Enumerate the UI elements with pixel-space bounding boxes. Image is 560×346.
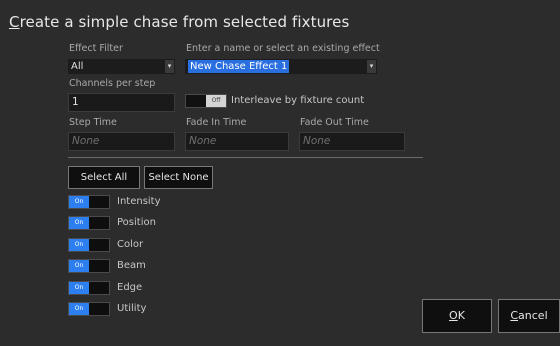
effect-filter-select[interactable]: All ▾ bbox=[68, 59, 175, 74]
effect-filter-label: Effect Filter bbox=[69, 43, 123, 54]
cancel-button[interactable]: Cancel bbox=[498, 299, 560, 333]
effect-name-combobox[interactable]: New Chase Effect 1 ▾ bbox=[185, 59, 377, 74]
intensity-toggle[interactable]: On bbox=[68, 195, 110, 209]
select-none-button[interactable]: Select None bbox=[144, 166, 213, 189]
interleave-toggle-state: Off bbox=[206, 95, 226, 107]
fade-in-time-input[interactable]: None bbox=[185, 132, 289, 151]
ok-label: K bbox=[457, 309, 465, 322]
fade-out-time-input[interactable]: None bbox=[299, 132, 405, 151]
edge-label: Edge bbox=[117, 282, 143, 293]
fade-out-time-label: Fade Out Time bbox=[300, 117, 369, 128]
channels-per-step-input[interactable]: 1 bbox=[68, 93, 175, 112]
chase-dialog: Create a simple chase from selected fixt… bbox=[0, 0, 560, 346]
title-text: reate a simple chase from selected fixtu… bbox=[19, 13, 350, 31]
effect-filter-value: All bbox=[71, 61, 84, 72]
beam-toggle[interactable]: On bbox=[68, 259, 110, 273]
color-label: Color bbox=[117, 239, 144, 250]
effect-name-value: New Chase Effect 1 bbox=[188, 60, 290, 73]
dialog-title: Create a simple chase from selected fixt… bbox=[9, 13, 349, 31]
cancel-accelerator: C bbox=[510, 309, 519, 322]
step-time-label: Step Time bbox=[69, 117, 117, 128]
color-toggle[interactable]: On bbox=[68, 238, 110, 252]
position-label: Position bbox=[117, 217, 156, 228]
fade-in-time-label: Fade In Time bbox=[186, 117, 247, 128]
edge-toggle[interactable]: On bbox=[68, 281, 110, 295]
utility-label: Utility bbox=[117, 303, 147, 314]
color-toggle-state: On bbox=[69, 239, 89, 251]
position-toggle-state: On bbox=[69, 217, 89, 229]
position-toggle[interactable]: On bbox=[68, 216, 110, 230]
beam-label: Beam bbox=[117, 260, 146, 271]
title-accelerator: C bbox=[9, 13, 20, 31]
channels-per-step-label: Channels per step bbox=[69, 78, 156, 89]
edge-toggle-state: On bbox=[69, 282, 89, 294]
ok-accelerator: O bbox=[449, 309, 458, 322]
section-divider bbox=[68, 157, 423, 158]
intensity-label: Intensity bbox=[117, 196, 161, 207]
chevron-down-icon: ▾ bbox=[165, 60, 174, 73]
effect-name-label: Enter a name or select an existing effec… bbox=[186, 43, 380, 54]
interleave-label: Interleave by fixture count bbox=[231, 95, 365, 106]
utility-toggle-state: On bbox=[69, 303, 89, 315]
chevron-down-icon: ▾ bbox=[367, 60, 376, 73]
intensity-toggle-state: On bbox=[69, 196, 89, 208]
ok-button[interactable]: OK bbox=[422, 299, 492, 333]
beam-toggle-state: On bbox=[69, 260, 89, 272]
cancel-label: ancel bbox=[518, 309, 548, 322]
select-all-button[interactable]: Select All bbox=[68, 166, 140, 189]
utility-toggle[interactable]: On bbox=[68, 302, 110, 316]
step-time-input[interactable]: None bbox=[68, 132, 175, 151]
interleave-toggle[interactable]: Off bbox=[185, 94, 227, 108]
